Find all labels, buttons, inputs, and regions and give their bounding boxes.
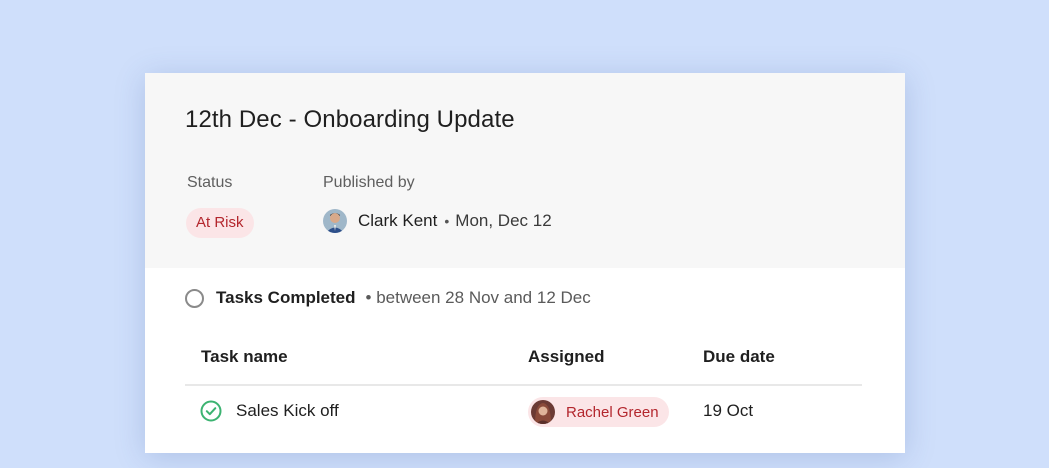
column-header-task-name: Task name <box>201 347 288 366</box>
check-circle-icon[interactable] <box>200 400 222 422</box>
column-header-due-date: Due date <box>703 347 775 366</box>
table-divider <box>185 384 862 386</box>
tasks-completed-section: Tasks Completed • between 28 Nov and 12 … <box>145 268 905 468</box>
publisher-avatar[interactable] <box>323 209 347 233</box>
assignee-chip[interactable]: Rachel Green <box>528 397 669 427</box>
separator-dot: • <box>444 213 450 229</box>
assignee-avatar <box>531 400 555 424</box>
due-date: 19 Oct <box>703 401 754 420</box>
circle-outline-icon[interactable] <box>185 288 204 308</box>
publisher: Clark Kent • Mon, Dec 12 <box>323 207 552 235</box>
assignee-name: Rachel Green <box>566 403 659 421</box>
publish-date: Mon, Dec 12 <box>455 211 552 230</box>
table-row[interactable]: Sales Kick off Rachel Green 19 Oct <box>145 396 905 428</box>
task-name[interactable]: Sales Kick off <box>236 401 339 421</box>
update-title: 12th Dec - Onboarding Update <box>185 106 515 133</box>
section-title: Tasks Completed <box>216 288 356 307</box>
update-card: 12th Dec - Onboarding Update Status Publ… <box>145 73 905 453</box>
column-header-assigned: Assigned <box>528 347 605 366</box>
publisher-name[interactable]: Clark Kent <box>358 211 437 231</box>
status-label: Status <box>187 174 233 191</box>
section-heading: Tasks Completed • between 28 Nov and 12 … <box>185 288 591 308</box>
published-by-label: Published by <box>323 174 415 191</box>
section-subtitle: • between 28 Nov and 12 Dec <box>365 288 591 307</box>
update-header: 12th Dec - Onboarding Update Status Publ… <box>145 73 905 268</box>
status-badge[interactable]: At Risk <box>186 208 254 238</box>
